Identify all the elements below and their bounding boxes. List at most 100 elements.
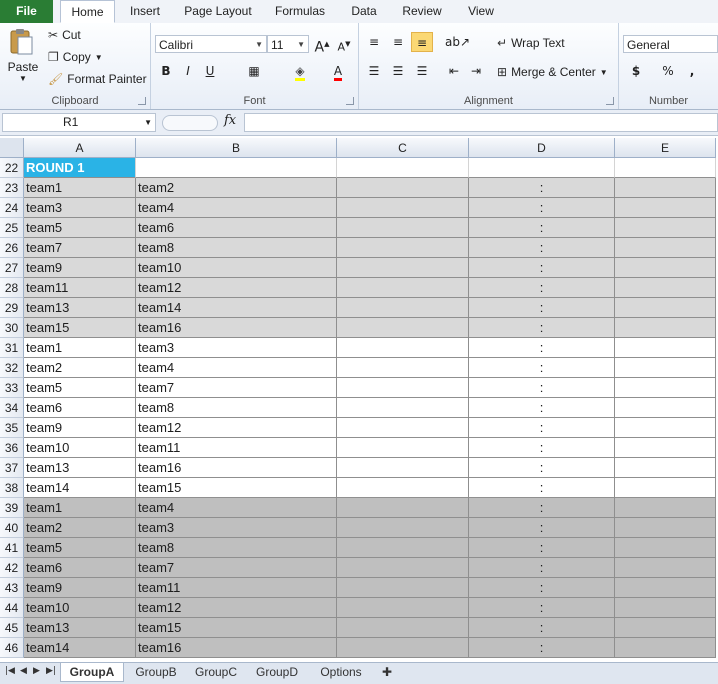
- column-header-e[interactable]: E: [615, 138, 716, 158]
- borders-icon[interactable]: ▦: [243, 61, 265, 81]
- cell-b[interactable]: team8: [136, 398, 337, 418]
- align-middle-icon[interactable]: ≡: [387, 32, 409, 52]
- insert-function-icon[interactable]: fx: [224, 113, 236, 128]
- font-name-combo[interactable]: Calibri ▼: [155, 35, 267, 53]
- cell-e[interactable]: [615, 538, 716, 558]
- align-bottom-icon[interactable]: ≡: [411, 32, 433, 52]
- cell-a[interactable]: team15: [24, 318, 136, 338]
- sheet-tab-groupa[interactable]: GroupA: [60, 663, 124, 682]
- cell-b[interactable]: team16: [136, 458, 337, 478]
- cell-b[interactable]: team16: [136, 638, 337, 658]
- row-header[interactable]: 29: [0, 298, 24, 318]
- cell-c[interactable]: [337, 258, 469, 278]
- cell-c[interactable]: [337, 538, 469, 558]
- fill-color-icon[interactable]: ◈: [289, 61, 311, 81]
- cell-c[interactable]: [337, 598, 469, 618]
- cell-e[interactable]: [615, 178, 716, 198]
- cell-a[interactable]: team13: [24, 458, 136, 478]
- cell-b[interactable]: team6: [136, 218, 337, 238]
- cell-e[interactable]: [615, 378, 716, 398]
- tab-formulas[interactable]: Formulas: [268, 0, 332, 23]
- cell-c[interactable]: [337, 338, 469, 358]
- tab-home[interactable]: Home: [60, 0, 115, 23]
- cell-c[interactable]: [337, 398, 469, 418]
- cell-a[interactable]: team2: [24, 358, 136, 378]
- tab-data[interactable]: Data: [344, 0, 384, 23]
- cell-d[interactable]: :: [469, 518, 615, 538]
- cell-e[interactable]: [615, 598, 716, 618]
- cell-d[interactable]: :: [469, 178, 615, 198]
- cell-a[interactable]: team1: [24, 338, 136, 358]
- cell-a[interactable]: team13: [24, 618, 136, 638]
- sheet-tab-options[interactable]: Options: [312, 663, 370, 682]
- currency-icon[interactable]: $: [625, 61, 647, 81]
- font-color-icon[interactable]: A: [327, 61, 349, 81]
- cell-b[interactable]: [136, 158, 337, 178]
- prev-sheet-icon[interactable]: ◀: [20, 666, 27, 676]
- cell-b[interactable]: team12: [136, 418, 337, 438]
- align-top-icon[interactable]: ≡: [363, 32, 385, 52]
- cell-e[interactable]: [615, 198, 716, 218]
- cell-c[interactable]: [337, 278, 469, 298]
- cell-c[interactable]: [337, 178, 469, 198]
- cell-a[interactable]: team14: [24, 478, 136, 498]
- cell-e[interactable]: [615, 558, 716, 578]
- cell-a[interactable]: ROUND 1: [24, 158, 136, 178]
- cell-b[interactable]: team10: [136, 258, 337, 278]
- row-header[interactable]: 23: [0, 178, 24, 198]
- cell-c[interactable]: [337, 158, 469, 178]
- row-header[interactable]: 28: [0, 278, 24, 298]
- cell-d[interactable]: :: [469, 538, 615, 558]
- cell-e[interactable]: [615, 158, 716, 178]
- formula-bar-resize-handle[interactable]: [162, 115, 218, 131]
- cell-d[interactable]: :: [469, 318, 615, 338]
- cell-a[interactable]: team10: [24, 438, 136, 458]
- row-header[interactable]: 33: [0, 378, 24, 398]
- sheet-tab-groupc[interactable]: GroupC: [188, 663, 244, 682]
- cell-c[interactable]: [337, 638, 469, 658]
- cell-e[interactable]: [615, 638, 716, 658]
- row-header[interactable]: 25: [0, 218, 24, 238]
- cell-e[interactable]: [615, 278, 716, 298]
- cell-d[interactable]: :: [469, 358, 615, 378]
- cell-b[interactable]: team8: [136, 238, 337, 258]
- cell-e[interactable]: [615, 298, 716, 318]
- cell-d[interactable]: :: [469, 218, 615, 238]
- merge-center-button[interactable]: ⊞ Merge & Center ▼: [497, 65, 608, 79]
- tab-review[interactable]: Review: [396, 0, 448, 23]
- cell-a[interactable]: team7: [24, 238, 136, 258]
- cell-a[interactable]: team9: [24, 578, 136, 598]
- cell-e[interactable]: [615, 438, 716, 458]
- cell-c[interactable]: [337, 358, 469, 378]
- grow-font-icon[interactable]: A▲: [311, 34, 333, 56]
- cell-e[interactable]: [615, 218, 716, 238]
- align-center-icon[interactable]: ☰: [387, 61, 409, 81]
- cell-e[interactable]: [615, 518, 716, 538]
- cell-a[interactable]: team5: [24, 538, 136, 558]
- row-header[interactable]: 34: [0, 398, 24, 418]
- cell-b[interactable]: team4: [136, 358, 337, 378]
- shrink-font-icon[interactable]: A▼: [333, 34, 355, 54]
- row-header[interactable]: 30: [0, 318, 24, 338]
- cell-c[interactable]: [337, 298, 469, 318]
- column-header-c[interactable]: C: [337, 138, 469, 158]
- copy-button[interactable]: ❐ Copy ▼: [48, 50, 103, 64]
- row-header[interactable]: 22: [0, 158, 24, 178]
- cell-d[interactable]: :: [469, 578, 615, 598]
- row-header[interactable]: 46: [0, 638, 24, 658]
- row-header[interactable]: 27: [0, 258, 24, 278]
- formula-input[interactable]: [244, 113, 718, 132]
- next-sheet-icon[interactable]: ▶: [33, 666, 40, 676]
- cell-c[interactable]: [337, 578, 469, 598]
- last-sheet-icon[interactable]: ▶|: [46, 666, 56, 676]
- italic-icon[interactable]: I: [177, 61, 199, 81]
- cell-d[interactable]: :: [469, 598, 615, 618]
- cell-d[interactable]: :: [469, 498, 615, 518]
- tab-insert[interactable]: Insert: [122, 0, 168, 23]
- cell-a[interactable]: team5: [24, 378, 136, 398]
- row-header[interactable]: 40: [0, 518, 24, 538]
- column-header-d[interactable]: D: [469, 138, 615, 158]
- format-painter-button[interactable]: 🖌 Format Painter: [48, 72, 147, 86]
- decrease-indent-icon[interactable]: ⇤: [443, 61, 465, 81]
- row-header[interactable]: 43: [0, 578, 24, 598]
